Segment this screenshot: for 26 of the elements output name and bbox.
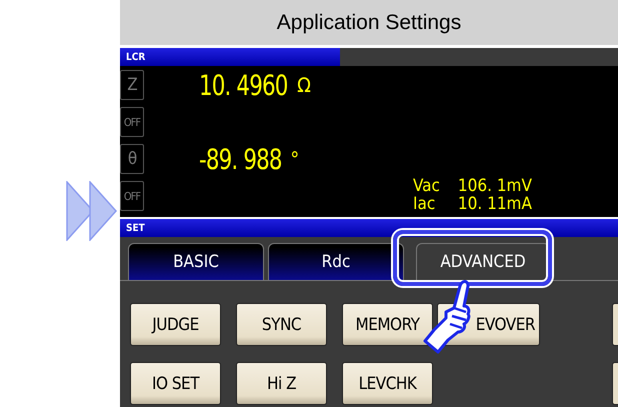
pointing-hand-icon [422, 278, 472, 356]
parameter-key[interactable]: Z [120, 70, 144, 100]
parameter-key[interactable]: θ [120, 144, 144, 174]
unit-label: Ω [297, 73, 311, 97]
parameter-key[interactable]: OFF [120, 107, 144, 137]
setting-button[interactable]: MEMORY [342, 303, 433, 346]
unit-label: ° [290, 147, 300, 171]
double-arrow-icon [66, 181, 118, 241]
partial-button[interactable] [612, 362, 618, 405]
monitor-label: Iac [413, 195, 436, 213]
setting-button[interactable]: Hi Z [236, 362, 327, 405]
window-title: Application Settings [120, 0, 618, 45]
setting-button[interactable]: JUDGE [130, 303, 221, 346]
measured-value: -89. 988 [199, 142, 282, 176]
tab[interactable]: Rdc [268, 243, 404, 280]
monitor-label: Vac [413, 177, 440, 195]
partial-button[interactable] [612, 303, 618, 346]
tab[interactable]: BASIC [128, 243, 264, 280]
monitor-value: 106. 1mV [458, 177, 532, 195]
setting-button[interactable]: IO SET [130, 362, 221, 405]
setting-button[interactable]: SYNC [236, 303, 327, 346]
section-header: LCR [120, 48, 340, 66]
monitor-value: 10. 11mA [458, 195, 532, 213]
parameter-key[interactable]: OFF [120, 181, 144, 211]
setting-button[interactable]: LEVCHK [342, 362, 433, 405]
measured-value: 10. 4960 [199, 68, 288, 102]
